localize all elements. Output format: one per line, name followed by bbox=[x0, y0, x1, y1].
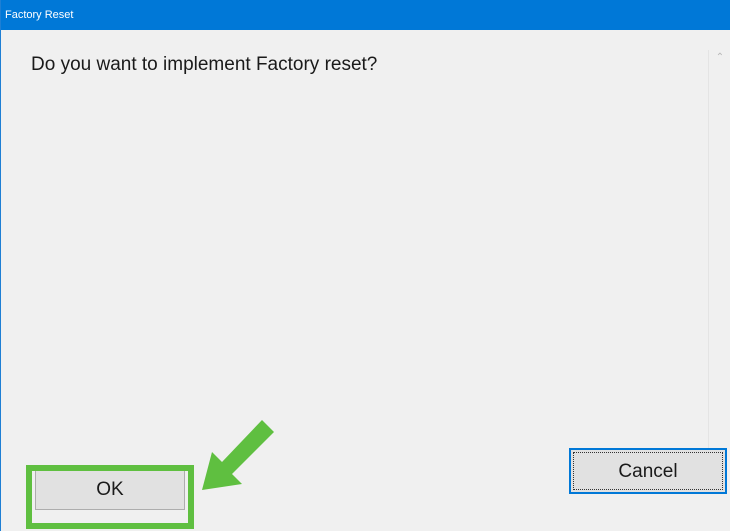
ok-button[interactable]: OK bbox=[35, 468, 185, 510]
title-bar[interactable]: Factory Reset bbox=[1, 0, 730, 30]
arrow-icon bbox=[202, 420, 274, 490]
dialog-message: Do you want to implement Factory reset? bbox=[31, 54, 378, 75]
vertical-scrollbar[interactable]: ⌃ ⌄ bbox=[708, 50, 730, 465]
factory-reset-dialog: Factory Reset Do you want to implement F… bbox=[0, 0, 730, 531]
cancel-button[interactable]: Cancel bbox=[569, 448, 727, 494]
chevron-up-icon[interactable]: ⌃ bbox=[709, 50, 730, 66]
dialog-content: Do you want to implement Factory reset? … bbox=[2, 30, 730, 531]
window-title: Factory Reset bbox=[5, 9, 74, 21]
